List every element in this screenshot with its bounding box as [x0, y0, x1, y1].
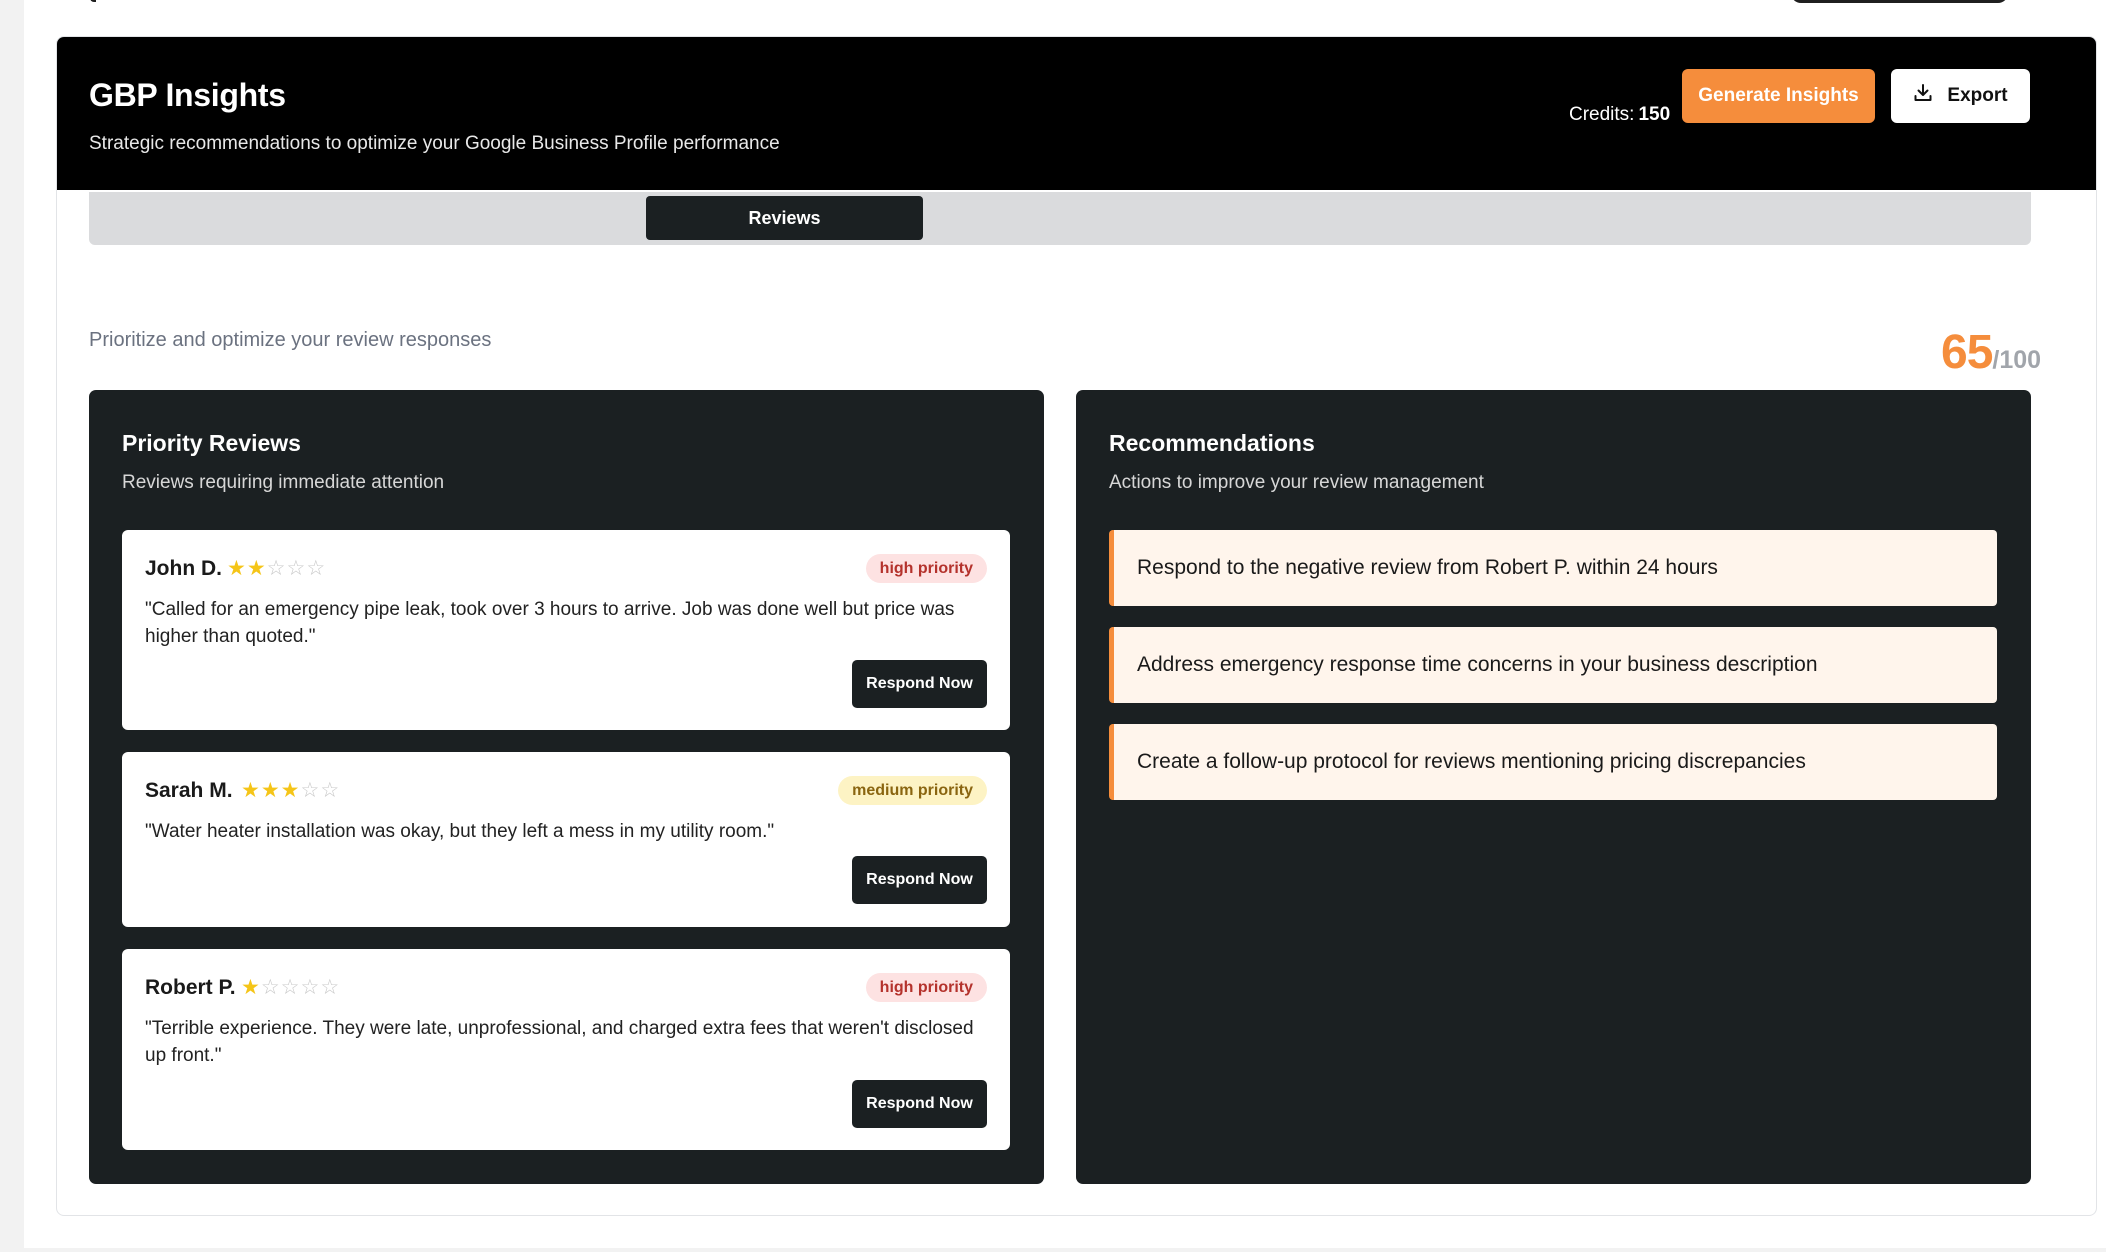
priority-badge: medium priority [838, 776, 987, 805]
priority-reviews-panel: Priority Reviews Reviews requiring immed… [89, 390, 1044, 1184]
star-filled-icon: ★ [260, 779, 281, 802]
recommendation-item: Create a follow-up protocol for reviews … [1109, 724, 1997, 800]
recommendation-item: Respond to the negative review from Robe… [1109, 530, 1997, 606]
star-empty-icon: ☆ [300, 976, 321, 999]
respond-now-button[interactable]: Respond Now [852, 856, 987, 904]
star-empty-icon: ☆ [286, 557, 307, 580]
respond-now-button[interactable]: Respond Now [852, 1080, 987, 1128]
tab-reviews-label: Reviews [748, 207, 821, 228]
recommendations-title: Recommendations [1109, 430, 1315, 456]
star-empty-icon: ☆ [260, 976, 281, 999]
reviewer-name: John D. [145, 557, 222, 580]
generate-insights-label: Generate Insights [1698, 85, 1859, 106]
insights-header: GBP Insights Strategic recommendations t… [57, 37, 2096, 190]
score-max: /100 [1992, 346, 2042, 374]
star-empty-icon: ☆ [300, 779, 321, 802]
review-text: "Terrible experience. They were late, un… [145, 1018, 974, 1066]
star-rating: ★☆☆☆☆ [241, 975, 340, 1000]
generate-insights-button[interactable]: Generate Insights [1682, 69, 1875, 123]
page-title: GBP Insights [89, 77, 286, 113]
review-card: Sarah M. ★★★☆☆ medium priority "Water he… [122, 752, 1010, 927]
tab-reviews[interactable]: Reviews [646, 196, 923, 240]
priority-reviews-title: Priority Reviews [122, 430, 301, 456]
star-empty-icon: ☆ [306, 557, 327, 580]
review-text: "Called for an emergency pipe leak, took… [145, 599, 955, 647]
insights-card: GBP Insights Strategic recommendations t… [56, 36, 2097, 1216]
credits-label: Credits: [1569, 104, 1635, 125]
respond-now-label: Respond Now [866, 1095, 973, 1112]
review-score: 65/100 [1941, 325, 2041, 380]
star-filled-icon: ★ [280, 779, 301, 802]
page: GBP Insights Strategic recommendations t… [24, 0, 2106, 1248]
star-empty-icon: ☆ [266, 557, 287, 580]
top-edge-mark [90, 0, 96, 2]
tab-bar: Reviews [89, 192, 2031, 245]
score-value: 65 [1941, 326, 1993, 379]
credits-value: 150 [1638, 104, 1671, 125]
top-edge-button[interactable] [1791, 0, 2008, 3]
priority-badge: high priority [865, 973, 987, 1002]
respond-now-label: Respond Now [866, 675, 973, 692]
section-description: Prioritize and optimize your review resp… [89, 329, 492, 351]
star-empty-icon: ☆ [280, 976, 301, 999]
review-card: John D. ★★☆☆☆ high priority "Called for … [122, 530, 1010, 730]
recommendation-item: Address emergency response time concerns… [1109, 627, 1997, 703]
star-filled-icon: ★ [241, 976, 261, 999]
review-text: "Water heater installation was okay, but… [145, 821, 775, 842]
reviewer-name: Robert P. [145, 976, 236, 999]
review-card: Robert P. ★☆☆☆☆ high priority "Terrible … [122, 949, 1010, 1150]
export-label: Export [1947, 85, 2008, 106]
star-filled-icon: ★ [227, 557, 247, 580]
recommendations-panel: Recommendations Actions to improve your … [1076, 390, 2031, 1184]
star-empty-icon: ☆ [320, 976, 341, 999]
download-icon [1913, 83, 1933, 109]
star-filled-icon: ★ [246, 557, 267, 580]
priority-badge: high priority [865, 554, 987, 583]
page-subtitle: Strategic recommendations to optimize yo… [89, 133, 780, 154]
star-filled-icon: ★ [241, 779, 261, 802]
star-rating: ★★★☆☆ [241, 778, 340, 803]
export-button[interactable]: Export [1891, 69, 2030, 123]
reviewer-name: Sarah M. [145, 779, 233, 802]
respond-now-label: Respond Now [866, 871, 973, 888]
priority-reviews-subtitle: Reviews requiring immediate attention [122, 472, 445, 493]
credits-display: Credits: 150 [1569, 87, 1670, 143]
star-empty-icon: ☆ [320, 779, 341, 802]
recommendations-subtitle: Actions to improve your review managemen… [1109, 472, 1484, 493]
respond-now-button[interactable]: Respond Now [852, 660, 987, 708]
star-rating: ★★☆☆☆ [227, 556, 326, 581]
